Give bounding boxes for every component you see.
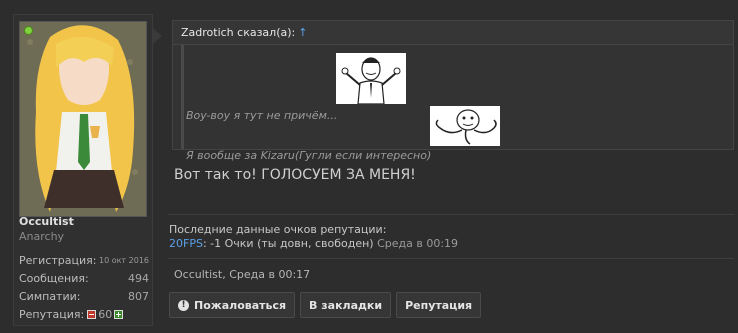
- stat-value: 60: [98, 307, 113, 321]
- post-meta: Occultist, Среда в 00:17: [168, 258, 734, 286]
- warning-icon: !: [178, 299, 189, 311]
- meme-not-my-fault-image: [336, 53, 406, 104]
- stat-label: Репутация:: [19, 307, 85, 321]
- stat-reputation: Репутация: 60: [14, 305, 154, 323]
- stat-value: 10 окт 2016: [98, 255, 149, 265]
- quote-block: Zadrotich сказал(а): ↑ Boy-воу я тут не п…: [172, 20, 734, 162]
- stat-likes: Симпатии: 807: [14, 287, 154, 305]
- reputation-info: Последние данные очков репутации: 20FPS:…: [168, 214, 734, 254]
- reputation-button[interactable]: Репутация: [396, 292, 482, 318]
- bookmark-button[interactable]: В закладки: [300, 292, 392, 318]
- reputation-text: : -1 Очки (ты довн, свободен): [202, 237, 374, 250]
- meme-wavy-guy-image: [430, 106, 500, 146]
- stat-registration: Регистрация: 10 окт 2016: [14, 251, 154, 269]
- reputation-plus-icon[interactable]: [114, 309, 124, 319]
- stat-value[interactable]: 494: [128, 272, 149, 285]
- quote-line-1: Boy-воу я тут не причём...: [186, 109, 338, 122]
- quote-body: Boy-воу я тут не причём... Я вообще за K…: [181, 45, 733, 162]
- stat-value: 807: [128, 289, 149, 303]
- online-status-icon: [24, 26, 33, 35]
- username[interactable]: Occultist: [19, 215, 74, 228]
- quote-header: Zadrotich сказал(а): ↑: [173, 21, 733, 45]
- message-pointer: [153, 28, 162, 44]
- report-button[interactable]: ! Пожаловаться: [169, 292, 296, 318]
- quote-author[interactable]: Zadrotich сказал(а):: [181, 26, 295, 39]
- reputation-minus-icon[interactable]: [87, 309, 97, 319]
- report-button-label: Пожаловаться: [194, 298, 287, 312]
- post-actions: ! Пожаловаться В закладки Репутация: [169, 292, 482, 318]
- stat-label: Сообщения:: [19, 271, 89, 285]
- quote-line-2: Я вообще за Kizaru(Гугли если интересно): [186, 149, 432, 162]
- avatar-image: [20, 22, 146, 216]
- reputation-controls: 60: [87, 307, 124, 321]
- user-title: Anarchy: [19, 230, 65, 243]
- reputation-user-link[interactable]: 20FPS: [169, 237, 203, 250]
- stat-label: Симпатии:: [19, 289, 81, 303]
- user-stats: Регистрация: 10 окт 2016 Сообщения: 494 …: [14, 251, 154, 323]
- message-text: Вот так то! ГОЛОСУЕМ ЗА МЕНЯ!: [174, 167, 416, 183]
- stat-messages: Сообщения: 494: [14, 269, 154, 287]
- avatar[interactable]: [19, 21, 147, 217]
- post-author-date[interactable]: Occultist, Среда в 00:17: [174, 268, 310, 281]
- reputation-title: Последние данные очков репутации:: [169, 223, 387, 236]
- bookmark-button-label: В закладки: [309, 298, 383, 312]
- reputation-button-label: Репутация: [405, 298, 473, 312]
- user-info-panel: Occultist Anarchy Регистрация: 10 окт 20…: [13, 14, 153, 326]
- quote-jump-arrow-icon[interactable]: ↑: [298, 26, 307, 39]
- reputation-date: Среда в 00:19: [377, 237, 459, 250]
- stat-label: Регистрация:: [19, 253, 97, 267]
- reputation-entry: 20FPS: -1 Очки (ты довн, свободен) Среда…: [169, 237, 458, 250]
